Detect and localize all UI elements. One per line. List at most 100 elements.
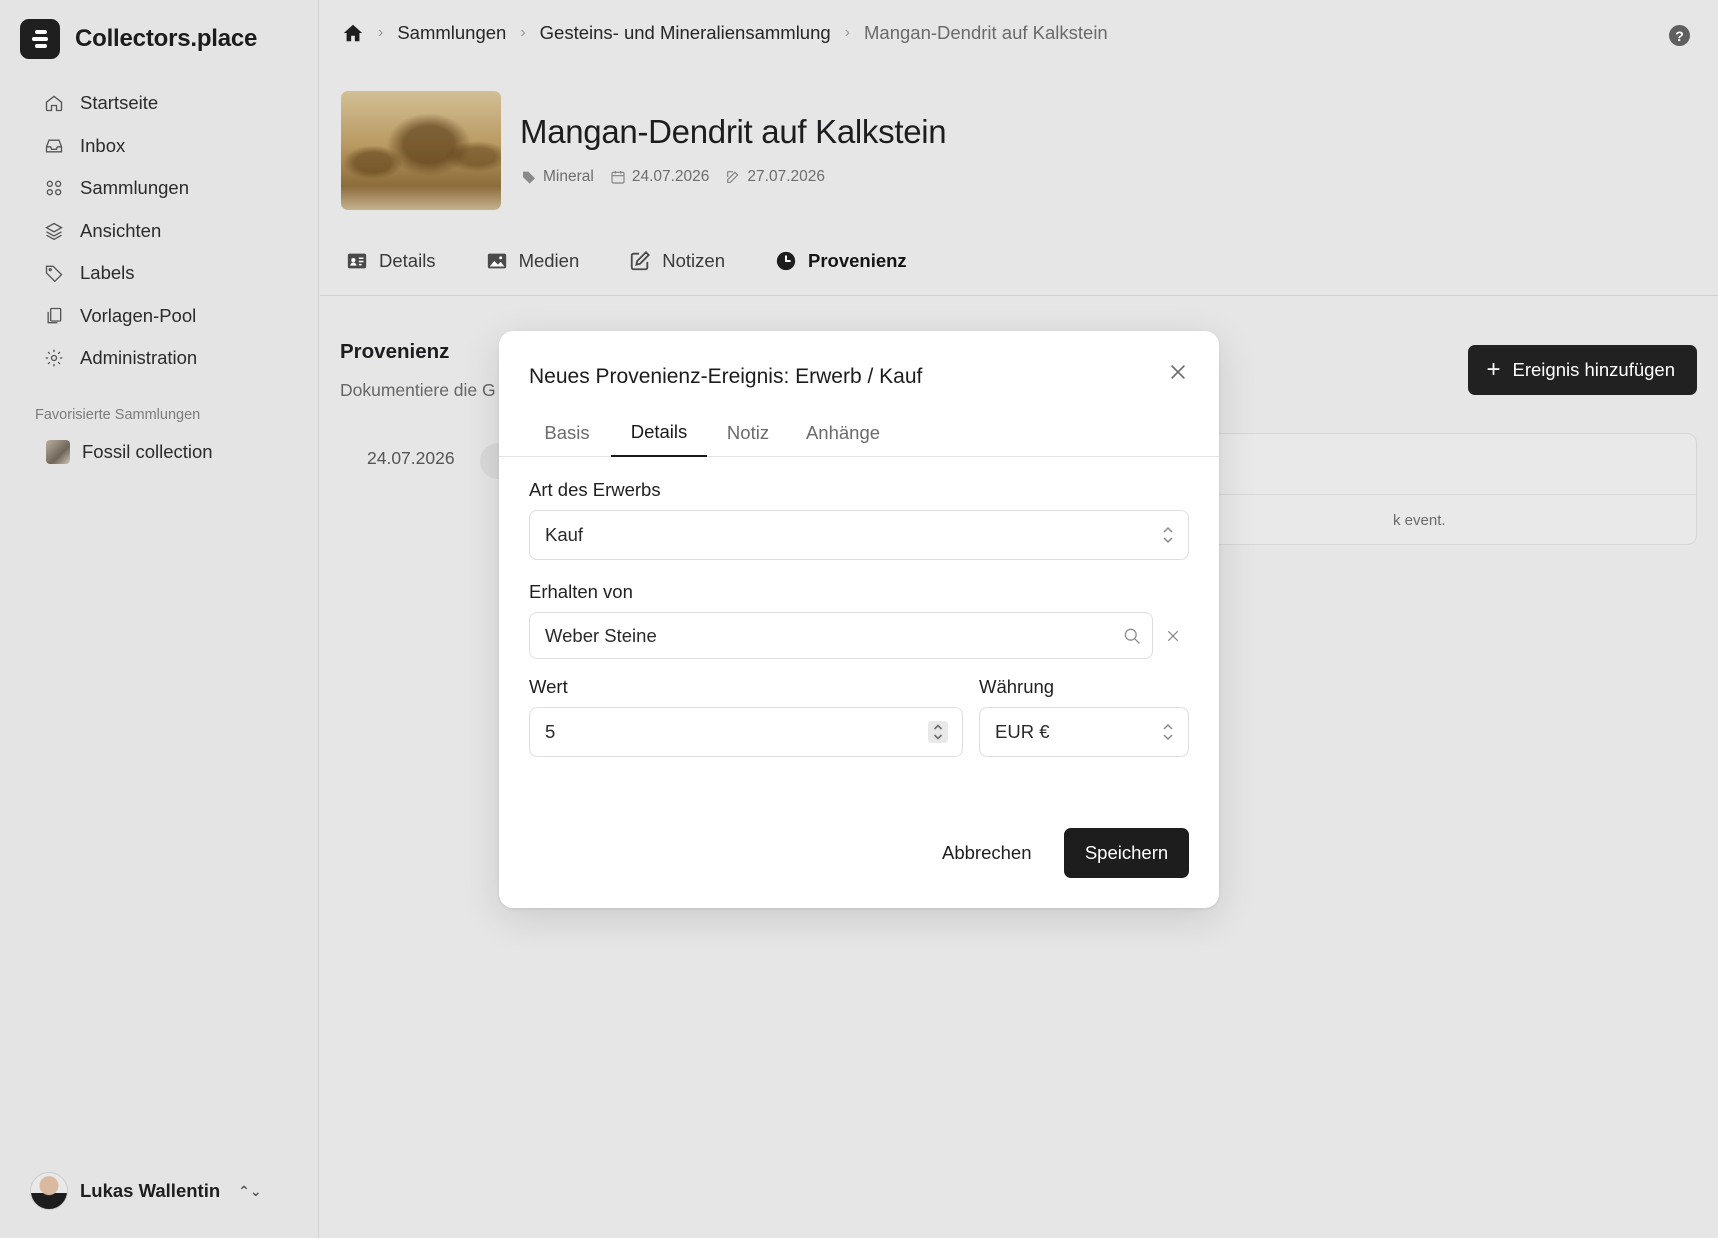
section-title: Provenienz: [340, 340, 450, 363]
sidebar-item-label: Startseite: [80, 92, 159, 114]
favorite-label: Fossil collection: [82, 441, 213, 462]
tab-provenienz[interactable]: Provenienz: [775, 250, 907, 272]
gear-icon: [45, 349, 63, 367]
received-from-label: Erhalten von: [529, 581, 633, 602]
provenance-event-dialog: Neues Provenienz-Ereignis: Erwerb / Kauf…: [499, 331, 1219, 908]
chevron-up-down-icon: ⌃⌄: [238, 1182, 262, 1199]
tab-label: Medien: [518, 250, 580, 271]
tab-label: Provenienz: [807, 250, 907, 271]
item-type-label: Mineral: [543, 168, 594, 185]
breadcrumb-item[interactable]: Gesteins- und Mineraliensammlung: [540, 22, 831, 44]
home-icon: [45, 95, 63, 112]
sidebar-item-vorlagen-pool[interactable]: Vorlagen-Pool: [44, 295, 197, 338]
acquisition-type-select[interactable]: Kauf: [529, 510, 1189, 560]
home-icon[interactable]: [342, 22, 364, 44]
plus-icon: +: [1486, 356, 1501, 383]
section-description: Dokumentiere die G: [340, 380, 496, 400]
sidebar-item-label: Labels: [80, 262, 135, 284]
received-from-input[interactable]: Weber Steine: [529, 612, 1153, 659]
item-tabs: Details Medien Notizen Provenienz: [346, 250, 907, 272]
sidebar-nav: Startseite Inbox Sammlungen Ansichten La…: [44, 82, 197, 380]
layers-icon: [45, 222, 63, 240]
clock-icon: [776, 251, 796, 271]
add-event-button[interactable]: + Ereignis hinzufügen: [1468, 345, 1697, 395]
received-from-value: Weber Steine: [545, 624, 657, 646]
favorite-fossil-collection[interactable]: Fossil collection: [46, 440, 213, 464]
favorites-heading: Favorisierte Sammlungen: [35, 407, 201, 423]
image-icon: [487, 253, 506, 269]
sidebar-item-inbox[interactable]: Inbox: [44, 125, 197, 168]
sidebar-item-sammlungen[interactable]: Sammlungen: [44, 167, 197, 210]
sidebar-item-ansichten[interactable]: Ansichten: [44, 210, 197, 253]
sidebar-item-label: Inbox: [80, 134, 126, 156]
copy-icon: [47, 307, 62, 324]
sidebar-item-administration[interactable]: Administration: [44, 337, 197, 380]
avatar: [30, 1172, 68, 1210]
collection-thumbnail: [46, 440, 70, 464]
breadcrumb: › Sammlungen › Gesteins- und Mineraliens…: [342, 22, 1108, 44]
chevron-right-icon: ›: [520, 24, 526, 41]
currency-value: EUR €: [995, 721, 1050, 742]
cancel-button[interactable]: Abbrechen: [930, 828, 1043, 878]
help-icon[interactable]: ?: [1669, 25, 1690, 46]
user-name: Lukas Wallentin: [80, 1180, 221, 1201]
item-modified: 27.07.2026: [725, 168, 825, 186]
dialog-tab-basis[interactable]: Basis: [529, 409, 605, 457]
value-label: Wert: [529, 676, 568, 697]
item-type: Mineral: [521, 168, 594, 186]
event-date: 24.07.2026: [367, 448, 455, 468]
chevron-up-down-icon: [1162, 722, 1174, 742]
add-event-label: Ereignis hinzufügen: [1512, 359, 1676, 380]
sidebar-item-startseite[interactable]: Startseite: [44, 82, 197, 125]
sidebar-item-label: Sammlungen: [80, 177, 190, 199]
item-meta: Mineral 24.07.2026 27.07.2026: [521, 168, 825, 186]
save-button[interactable]: Speichern: [1064, 828, 1189, 878]
brand-name: Collectors.place: [75, 25, 258, 52]
chevron-right-icon: ›: [378, 24, 384, 41]
tab-label: Details: [379, 250, 436, 271]
tab-medien[interactable]: Medien: [486, 250, 580, 272]
tab-details[interactable]: Details: [346, 250, 436, 272]
tab-notizen[interactable]: Notizen: [629, 250, 725, 272]
dialog-tab-anhaenge[interactable]: Anhänge: [795, 409, 891, 457]
value-input[interactable]: 5: [529, 707, 963, 757]
clear-icon[interactable]: [1165, 628, 1181, 644]
grid-icon: [46, 180, 62, 196]
brand-logo-icon: [20, 19, 60, 59]
search-icon[interactable]: [1122, 626, 1142, 646]
number-stepper-icon[interactable]: [928, 721, 948, 743]
breadcrumb-current: Mangan-Dendrit auf Kalkstein: [864, 22, 1108, 43]
sidebar-item-label: Ansichten: [80, 219, 162, 241]
acquisition-type-value: Kauf: [545, 524, 584, 545]
inbox-icon: [45, 139, 63, 153]
chevron-right-icon: ›: [844, 24, 850, 41]
sidebar-item-labels[interactable]: Labels: [44, 252, 197, 295]
currency-select[interactable]: EUR €: [979, 707, 1189, 757]
item-modified-date: 27.07.2026: [747, 168, 825, 185]
close-icon[interactable]: [1167, 361, 1189, 383]
sidebar: Collectors.place Startseite Inbox Sammlu…: [0, 0, 319, 1238]
user-menu[interactable]: Lukas Wallentin ⌃⌄: [30, 1172, 262, 1210]
item-created-date: 24.07.2026: [631, 168, 710, 185]
calendar-icon: [611, 171, 625, 184]
card-text: k event.: [1393, 512, 1446, 529]
id-card-icon: [347, 253, 367, 269]
dialog-tab-notiz[interactable]: Notiz: [711, 409, 785, 457]
edit-icon: [631, 250, 651, 271]
value-text: 5: [545, 721, 556, 742]
tabs-divider: [320, 295, 1718, 296]
currency-label: Währung: [979, 676, 1055, 697]
sidebar-item-label: Vorlagen-Pool: [80, 304, 197, 326]
tab-label: Notizen: [662, 250, 725, 271]
dialog-tabs: Basis Details Notiz Anhänge: [499, 409, 1219, 457]
item-image[interactable]: [341, 91, 501, 210]
chevron-up-down-icon: [1162, 525, 1174, 545]
dialog-tab-details[interactable]: Details: [611, 409, 707, 457]
edit-icon: [727, 171, 739, 183]
page-title: Mangan-Dendrit auf Kalkstein: [520, 113, 947, 150]
tag-icon: [523, 171, 535, 184]
item-created: 24.07.2026: [610, 168, 710, 186]
dialog-title: Neues Provenienz-Ereignis: Erwerb / Kauf: [529, 365, 923, 388]
breadcrumb-item[interactable]: Sammlungen: [397, 22, 506, 44]
brand[interactable]: Collectors.place: [20, 19, 257, 59]
